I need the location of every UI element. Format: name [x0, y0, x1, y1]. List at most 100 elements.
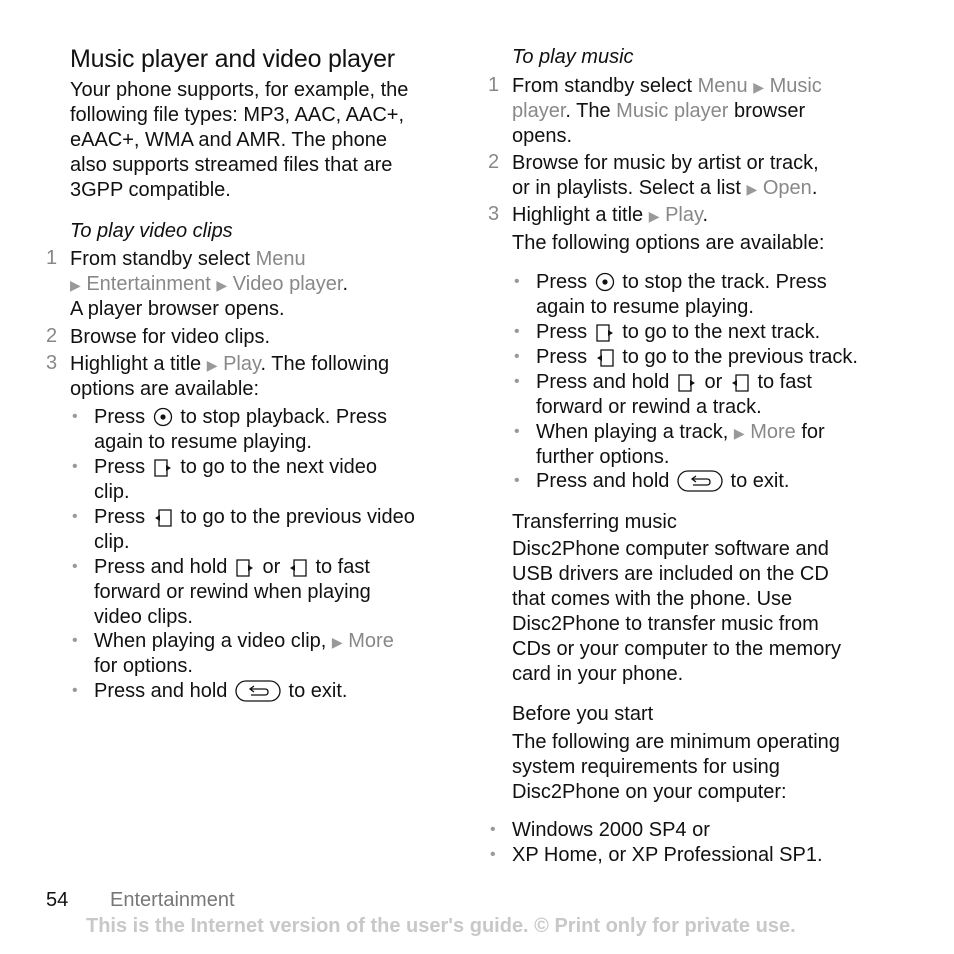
music-heading: To play music [512, 46, 634, 68]
before-line: The following are minimum operating [512, 731, 840, 753]
text: Press and hold [536, 371, 675, 393]
step-number: 1 [488, 74, 500, 96]
bullet-icon: • [514, 348, 520, 365]
section-name: Entertainment [110, 889, 235, 911]
text: Press [536, 271, 593, 293]
step-number: 2 [488, 151, 500, 173]
step-text: options are available: [70, 378, 260, 400]
bullet-text: Press and hold or to fast [94, 555, 370, 580]
text: Press [536, 321, 593, 343]
bullet-text: When playing a video clip, ▶ More [94, 629, 394, 655]
step-number: 3 [488, 203, 500, 225]
step-number: 3 [46, 352, 58, 374]
entertainment-link: Entertainment [86, 273, 211, 295]
open-link: Open [762, 177, 812, 199]
bullet-icon: • [72, 458, 78, 475]
bullet-icon: • [72, 508, 78, 525]
text: to go to the next video [174, 456, 378, 478]
requirement-item: Windows 2000 SP4 or [512, 819, 710, 841]
bullet-icon: • [490, 821, 496, 838]
text: to go to the previous track. [616, 346, 858, 368]
transfer-line: Disc2Phone to transfer music from [512, 613, 819, 635]
step-text: Highlight a title ▶ Play. The following [70, 352, 389, 378]
step-text: A player browser opens. [70, 298, 285, 320]
text: to fast [309, 556, 370, 578]
transfer-line: CDs or your computer to the memory [512, 638, 841, 660]
step-text: Browse for music by artist or track, [512, 152, 819, 174]
play-link: Play [223, 353, 261, 375]
text: When playing a video clip, [94, 630, 332, 652]
text: Press [536, 346, 593, 368]
music-link: Music [769, 75, 822, 97]
bullet-text: When playing a track, ▶ More for [536, 420, 825, 446]
text: or [256, 556, 286, 578]
page-title: Music player and video player [70, 45, 395, 73]
center-key-icon [153, 407, 173, 427]
text: to go to the next track. [616, 321, 821, 343]
previous-key-icon [595, 347, 615, 367]
text: browser [728, 100, 806, 122]
previous-key-icon [153, 507, 173, 527]
text: Press [94, 406, 151, 428]
step-text: opens. [512, 125, 573, 147]
arrow-icon: ▶ [206, 357, 218, 373]
music-link: player [512, 100, 566, 122]
bullet-text: clip. [94, 481, 130, 503]
before-line: system requirements for using [512, 756, 780, 778]
arrow-icon: ▶ [331, 634, 343, 650]
arrow-icon: ▶ [746, 181, 758, 197]
text: Highlight a title [512, 204, 649, 226]
previous-key-icon [730, 372, 750, 392]
previous-key-icon [288, 557, 308, 577]
bullet-icon: • [72, 632, 78, 649]
bullet-text: for options. [94, 655, 193, 677]
step-text-part: Highlight a title [70, 353, 207, 375]
transfer-line: Disc2Phone computer software and [512, 538, 829, 560]
step-text: player. The Music player browser [512, 99, 805, 124]
next-key-icon [595, 322, 615, 342]
text: From standby select [512, 75, 698, 97]
bullet-text: Press to go to the next video [94, 455, 377, 480]
text: to go to the previous video [174, 506, 415, 528]
step-text-part: . The following [260, 353, 390, 375]
text: Press [94, 456, 151, 478]
bullet-icon: • [72, 682, 78, 699]
menu-link: Menu [697, 75, 748, 97]
before-line: Disc2Phone on your computer: [512, 781, 787, 803]
bullet-text: Press and hold or to fast [536, 370, 812, 395]
text: Press and hold [536, 470, 675, 492]
more-link: More [750, 421, 796, 443]
bullet-icon: • [514, 373, 520, 390]
intro-line: following file types: MP3, AAC, AAC+, [70, 104, 405, 126]
music-player-link: Music player [616, 100, 729, 122]
more-link: More [348, 630, 394, 652]
bullet-text: Press and hold to exit. [536, 469, 789, 494]
menu-link: Menu [255, 248, 306, 270]
copyright-notice: This is the Internet version of the user… [86, 915, 796, 937]
arrow-icon: ▶ [733, 425, 745, 441]
bullet-text: clip. [94, 531, 130, 553]
step-text: Highlight a title ▶ Play. [512, 204, 709, 226]
step-number: 1 [46, 247, 58, 269]
step-text: or in playlists. Select a list ▶ Open. [512, 177, 818, 199]
intro-line: eAAC+, WMA and AMR. The phone [70, 129, 388, 151]
text: to stop the track. Press [616, 271, 827, 293]
intro-line: Your phone supports, for example, the [70, 79, 409, 101]
bullet-icon: • [514, 423, 520, 440]
step-text: From standby select Menu ▶ Music [512, 74, 822, 100]
transfer-heading: Transferring music [512, 511, 677, 533]
bullet-text: again to resume playing. [94, 431, 312, 453]
play-link: Play [665, 204, 703, 226]
bullet-text: Press to go to the previous video [94, 505, 415, 530]
bullet-icon: • [514, 273, 520, 290]
step-text-part: From standby select [70, 248, 256, 270]
center-key-icon [595, 272, 615, 292]
back-key-icon [235, 679, 281, 703]
bullet-text: Press to go to the next track. [536, 320, 820, 345]
text: or [698, 371, 728, 393]
bullet-text: Press to stop playback. Press [94, 405, 387, 430]
next-key-icon [153, 457, 173, 477]
arrow-icon: ▶ [70, 277, 81, 293]
text: to stop playback. Press [174, 406, 388, 428]
bullet-text: forward or rewind a track. [536, 396, 762, 418]
